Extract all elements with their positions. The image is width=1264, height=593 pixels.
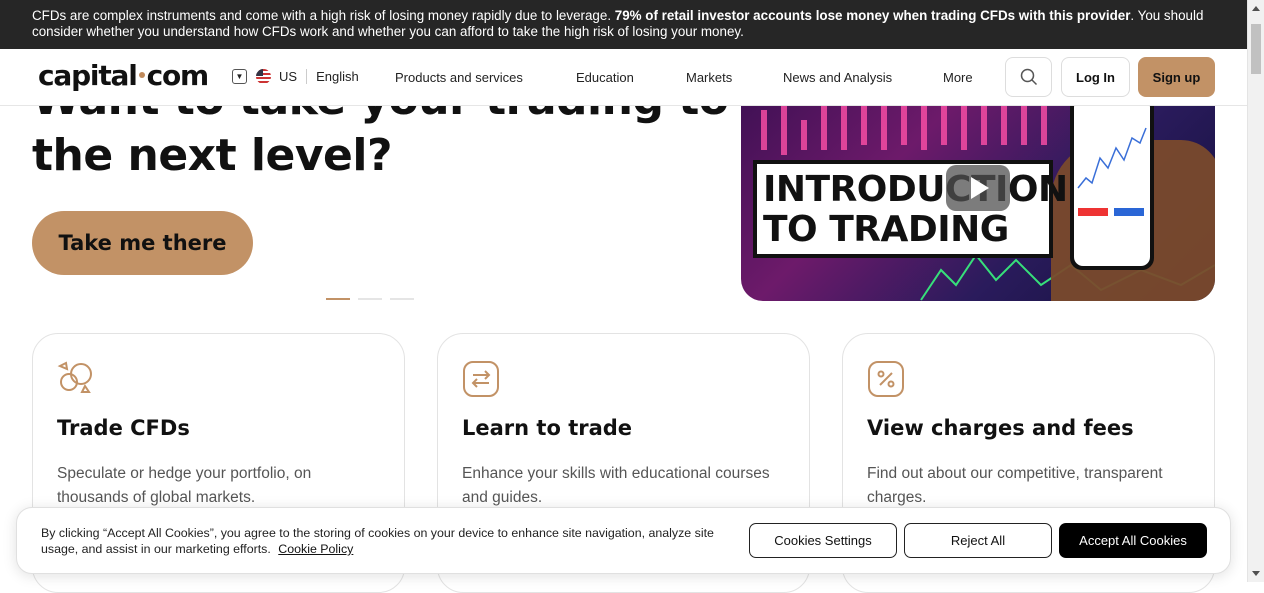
card-description: Speculate or hedge your portfolio, on th…	[57, 465, 312, 506]
reject-all-button[interactable]: Reject All	[904, 523, 1052, 558]
phone-image	[1070, 94, 1154, 270]
logo-text-left: capital	[38, 59, 138, 92]
play-button[interactable]	[946, 165, 1010, 211]
logo-text-right: com	[146, 59, 210, 92]
scroll-thumb[interactable]	[1251, 24, 1261, 74]
scroll-down-icon[interactable]	[1252, 571, 1260, 576]
chevron-down-icon[interactable]: ▼	[232, 69, 247, 84]
cookies-settings-button[interactable]: Cookies Settings	[749, 523, 897, 558]
language-label[interactable]: English	[316, 69, 359, 84]
login-button[interactable]: Log In	[1061, 57, 1130, 97]
card-title: Learn to trade	[462, 416, 633, 440]
nav-products[interactable]: Products and services	[395, 70, 523, 85]
nav-more[interactable]: More	[943, 70, 973, 85]
us-flag-icon	[256, 69, 271, 84]
exchange-arrows-icon	[463, 361, 499, 397]
region-divider	[306, 69, 308, 84]
region-label: US	[279, 69, 298, 84]
logo-dot	[138, 71, 145, 78]
card-title: Trade CFDs	[57, 416, 190, 440]
search-icon	[1020, 68, 1037, 86]
nav-news-analysis[interactable]: News and Analysis	[783, 70, 892, 85]
search-button[interactable]	[1005, 57, 1052, 97]
cookie-consent-bar: By clicking “Accept All Cookies”, you ag…	[16, 507, 1231, 574]
hero-title-line2: the next level?	[32, 130, 392, 181]
carousel-dot[interactable]	[358, 298, 382, 300]
carousel-dot[interactable]	[326, 298, 350, 300]
nav-markets[interactable]: Markets	[686, 70, 732, 85]
take-me-there-button[interactable]: Take me there	[32, 211, 253, 275]
risk-warning-banner: CFDs are complex instruments and come wi…	[0, 0, 1247, 49]
card-title: View charges and fees	[867, 416, 1134, 440]
percent-icon	[868, 361, 904, 397]
cookie-policy-link[interactable]: Cookie Policy	[278, 542, 353, 556]
site-header: capital com ▼ US English Products and ser…	[0, 49, 1247, 106]
scroll-up-icon[interactable]	[1252, 6, 1260, 11]
carousel-indicators	[326, 298, 414, 300]
phone-chart	[1077, 127, 1147, 216]
vertical-scrollbar[interactable]	[1247, 0, 1264, 582]
carousel-dot[interactable]	[390, 298, 414, 300]
nav-education[interactable]: Education	[576, 70, 634, 85]
cookie-message: By clicking “Accept All Cookies”, you ag…	[41, 526, 714, 556]
risk-text-bold: 79% of retail investor accounts lose mon…	[614, 8, 1131, 23]
region-selector[interactable]: ▼ US English	[232, 69, 359, 84]
risk-text-start: CFDs are complex instruments and come wi…	[32, 8, 615, 23]
cookie-text-block: By clicking “Accept All Cookies”, you ag…	[41, 525, 731, 557]
signup-button[interactable]: Sign up	[1138, 57, 1215, 97]
shapes-icon	[57, 361, 92, 393]
phone-screen	[1074, 98, 1150, 266]
logo[interactable]: capital com	[38, 59, 210, 92]
video-title-line2: TO TRADING	[763, 209, 1009, 250]
accept-all-cookies-button[interactable]: Accept All Cookies	[1059, 523, 1207, 558]
card-description: Enhance your skills with educational cou…	[462, 465, 770, 506]
card-description: Find out about our competitive, transpar…	[867, 465, 1163, 506]
